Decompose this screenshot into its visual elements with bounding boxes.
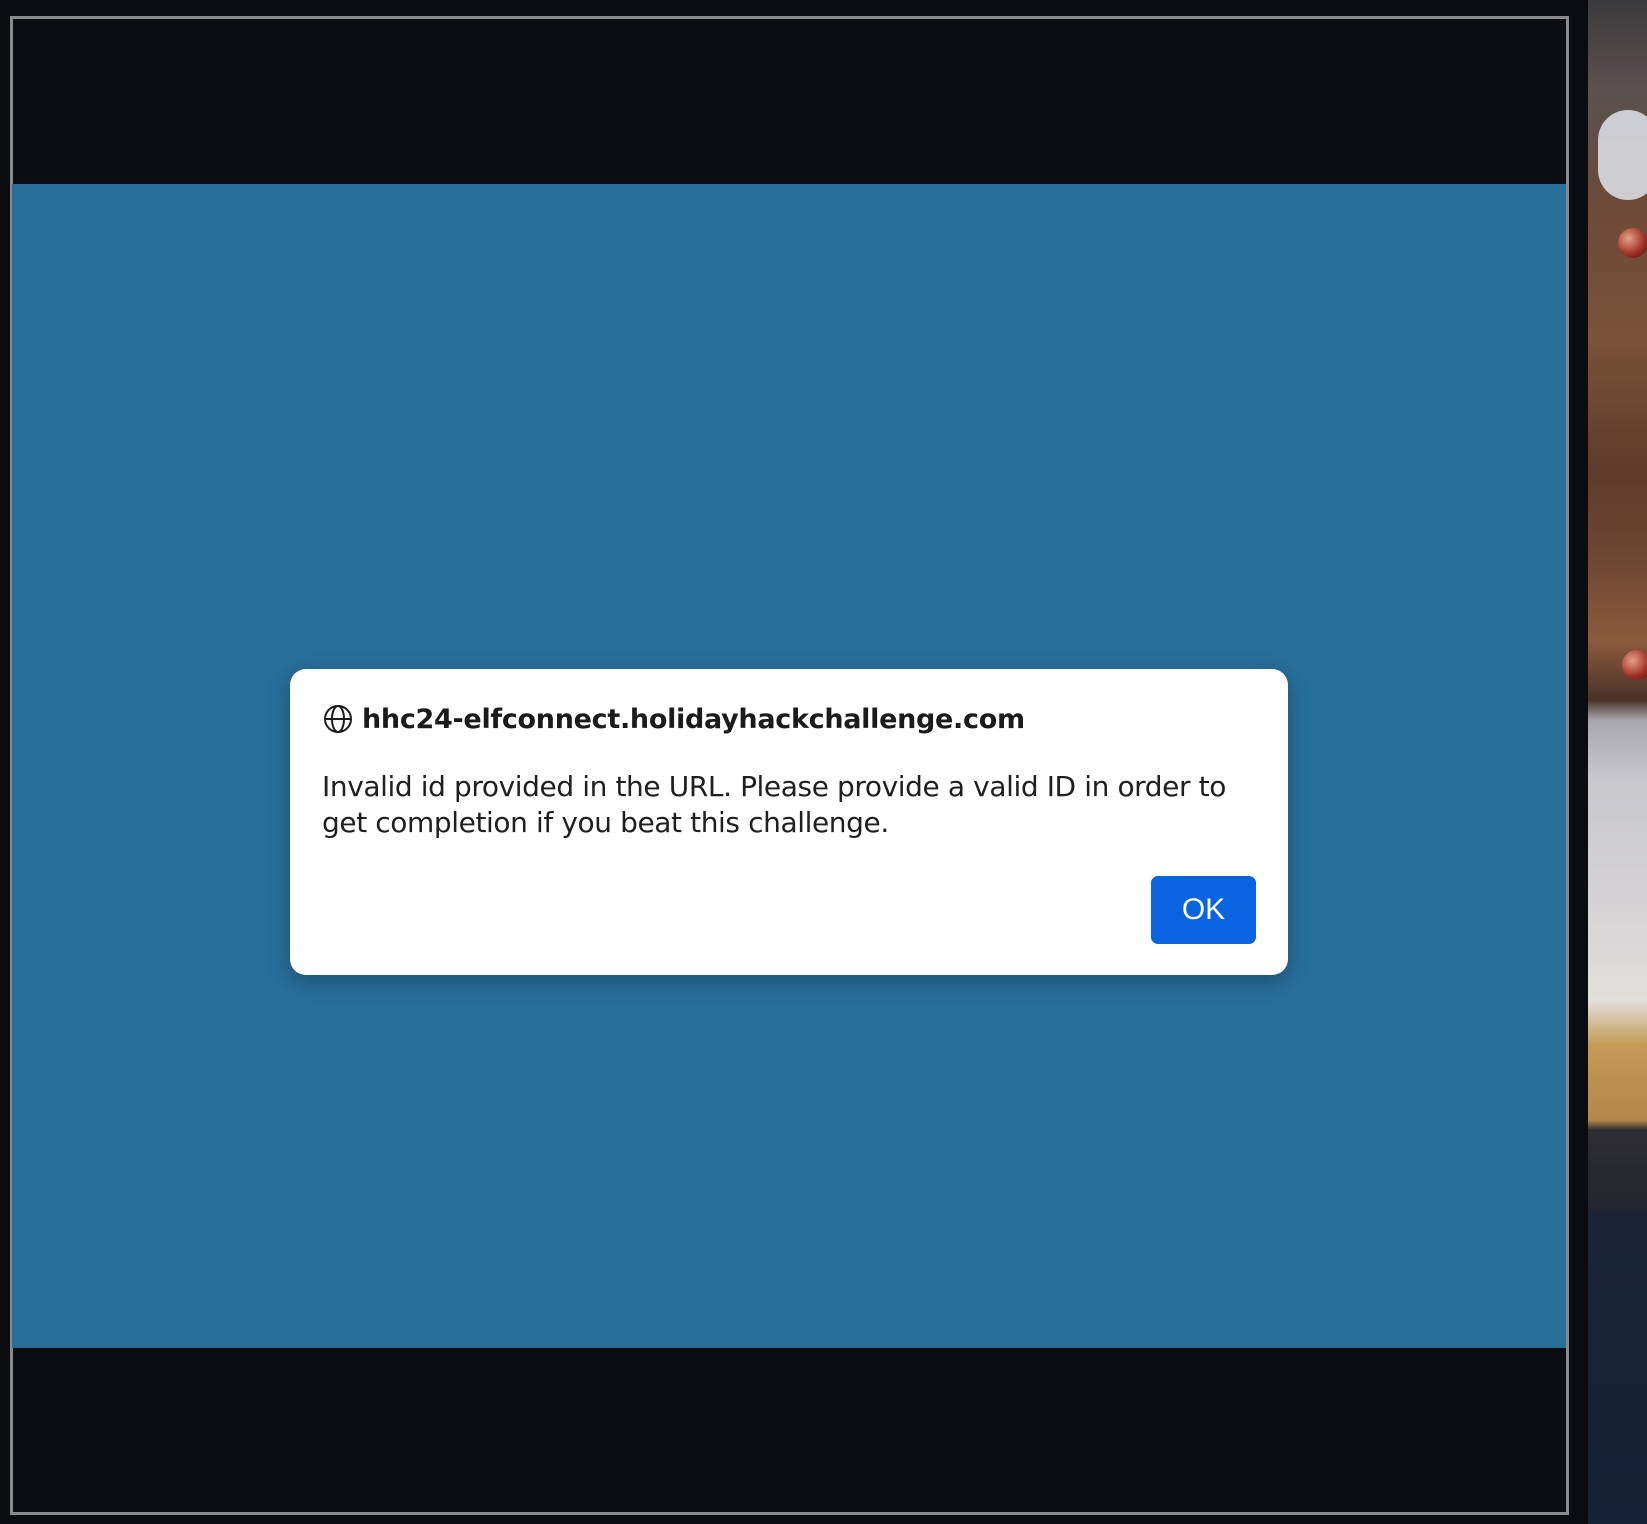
globe-icon — [322, 703, 354, 735]
dialog-header: hhc24-elfconnect.holidayhackchallenge.co… — [322, 699, 1025, 739]
ornament-decoration — [1618, 228, 1647, 258]
screen: hhc24-elfconnect.holidayhackchallenge.co… — [0, 0, 1647, 1524]
dialog-message: Invalid id provided in the URL. Please p… — [322, 770, 1226, 839]
ok-button[interactable]: OK — [1151, 876, 1256, 944]
ornament-decoration — [1622, 650, 1647, 680]
game-window: hhc24-elfconnect.holidayhackchallenge.co… — [0, 0, 1588, 1524]
dialog-origin: hhc24-elfconnect.holidayhackchallenge.co… — [362, 703, 1025, 735]
alert-dialog: hhc24-elfconnect.holidayhackchallenge.co… — [290, 669, 1288, 975]
background-game-scene — [1588, 0, 1647, 1524]
snow-decoration — [1598, 110, 1647, 200]
